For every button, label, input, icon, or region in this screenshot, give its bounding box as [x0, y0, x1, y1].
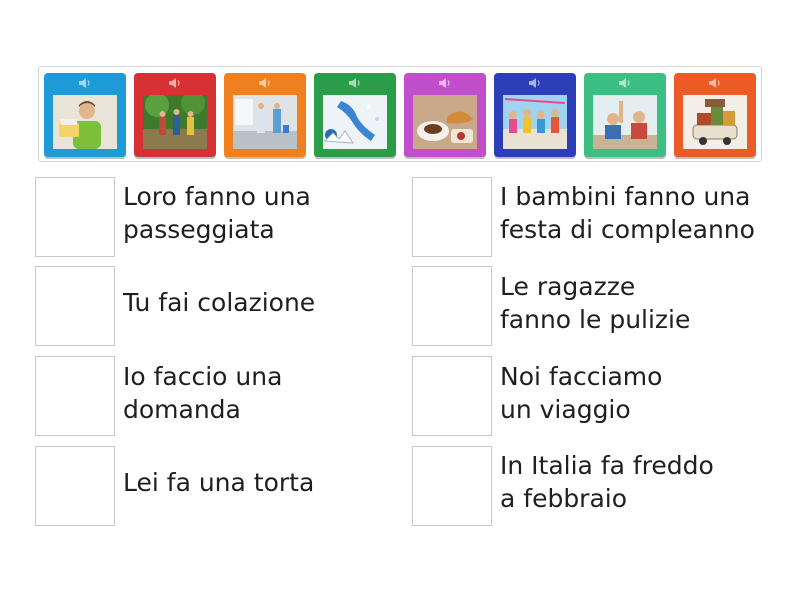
- tile-picture: [233, 95, 297, 149]
- drop-slot-5[interactable]: [35, 356, 115, 436]
- tile-picture: [143, 95, 207, 149]
- drop-slot-3[interactable]: [35, 266, 115, 346]
- image-tile-8[interactable]: [674, 73, 756, 157]
- answer-label-5: Io faccio una domanda: [123, 360, 282, 426]
- answer-label-8: In Italia fa freddo a febbraio: [500, 449, 714, 515]
- tile-picture: [503, 95, 567, 149]
- speaker-icon[interactable]: [78, 77, 92, 89]
- speaker-icon[interactable]: [618, 77, 632, 89]
- image-tile-6[interactable]: [494, 73, 576, 157]
- image-tile-3[interactable]: [224, 73, 306, 157]
- answer-line: Tu fai colazione: [123, 288, 316, 317]
- answer-label-1: Loro fanno una passeggiata: [123, 180, 311, 246]
- image-tile-2[interactable]: [134, 73, 216, 157]
- speaker-icon[interactable]: [258, 77, 272, 89]
- answer-line: passeggiata: [123, 215, 275, 244]
- drop-slot-4[interactable]: [412, 266, 492, 346]
- answer-line: Le ragazze: [500, 272, 636, 301]
- drop-slot-2[interactable]: [412, 177, 492, 257]
- speaker-icon[interactable]: [708, 77, 722, 89]
- answer-label-7: Lei fa una torta: [123, 466, 314, 499]
- image-tiles-tray: [38, 66, 762, 162]
- answer-line: In Italia fa freddo: [500, 451, 714, 480]
- drop-slot-1[interactable]: [35, 177, 115, 257]
- tile-picture: [683, 95, 747, 149]
- speaker-icon[interactable]: [438, 77, 452, 89]
- tile-picture: [593, 95, 657, 149]
- speaker-icon[interactable]: [168, 77, 182, 89]
- answer-line: domanda: [123, 395, 241, 424]
- answer-line: Loro fanno una: [123, 182, 311, 211]
- answer-line: Lei fa una torta: [123, 468, 315, 497]
- speaker-icon[interactable]: [528, 77, 542, 89]
- answer-label-2: I bambini fanno una festa di compleanno: [500, 180, 755, 246]
- answer-line: I bambini fanno una: [500, 182, 751, 211]
- tile-picture: [323, 95, 387, 149]
- image-tile-4[interactable]: [314, 73, 396, 157]
- tile-picture: [413, 95, 477, 149]
- drop-slot-8[interactable]: [412, 446, 492, 526]
- answer-line: Io faccio una: [123, 362, 283, 391]
- speaker-icon[interactable]: [348, 77, 362, 89]
- answer-line: a febbraio: [500, 484, 628, 513]
- drop-slot-6[interactable]: [412, 356, 492, 436]
- answer-label-6: Noi facciamo un viaggio: [500, 360, 662, 426]
- answer-line: festa di compleanno: [500, 215, 755, 244]
- image-tile-5[interactable]: [404, 73, 486, 157]
- answer-label-3: Tu fai colazione: [123, 286, 315, 319]
- tile-picture: [53, 95, 117, 149]
- answer-line: un viaggio: [500, 395, 631, 424]
- image-tile-1[interactable]: [44, 73, 126, 157]
- answer-label-4: Le ragazze fanno le pulizie: [500, 270, 690, 336]
- drop-slot-7[interactable]: [35, 446, 115, 526]
- image-tile-7[interactable]: [584, 73, 666, 157]
- answer-line: fanno le pulizie: [500, 305, 691, 334]
- answer-line: Noi facciamo: [500, 362, 663, 391]
